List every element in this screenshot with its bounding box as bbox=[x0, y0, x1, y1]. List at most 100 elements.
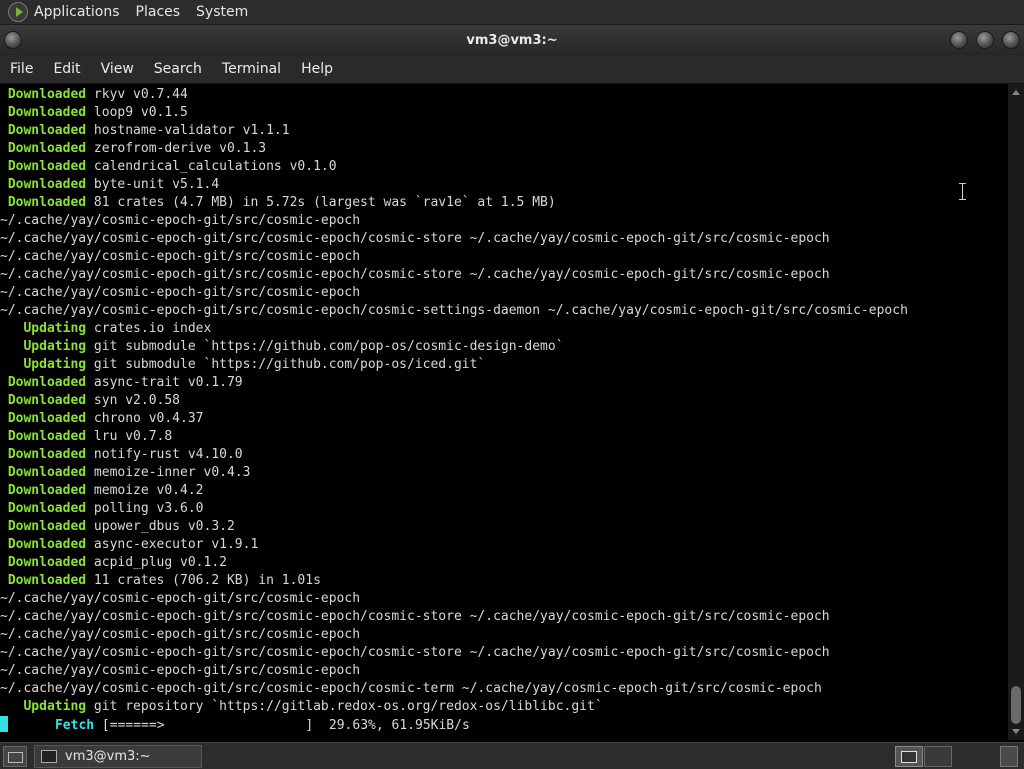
terminal-line-text: polling v3.6.0 bbox=[86, 501, 204, 516]
fetch-label: Fetch bbox=[8, 718, 95, 733]
scroll-up-icon[interactable] bbox=[1012, 90, 1020, 95]
terminal-line-label: Downloaded bbox=[0, 465, 87, 480]
terminal-line: ~/.cache/yay/cosmic-epoch-git/src/cosmic… bbox=[0, 590, 1008, 608]
terminal-line-text: ~/.cache/yay/cosmic-epoch-git/src/cosmic… bbox=[0, 663, 361, 678]
terminal-line-label: Downloaded bbox=[0, 87, 87, 102]
taskbar-window-label: vm3@vm3:~ bbox=[65, 749, 151, 764]
terminal-line-text: byte-unit v5.1.4 bbox=[86, 177, 220, 192]
bottom-panel: vm3@vm3:~ bbox=[0, 742, 1024, 769]
terminal-line-label: Downloaded bbox=[0, 555, 87, 570]
terminal-line: Updating git submodule `https://github.c… bbox=[0, 356, 1008, 374]
terminal-line-text: lru v0.7.8 bbox=[86, 429, 173, 444]
terminal-line-label: Downloaded bbox=[0, 429, 87, 444]
terminal-line-label: Downloaded bbox=[0, 141, 87, 156]
menu-file[interactable]: File bbox=[0, 61, 43, 77]
menu-help[interactable]: Help bbox=[291, 61, 343, 77]
maximize-button[interactable] bbox=[976, 31, 994, 49]
terminal-line: ~/.cache/yay/cosmic-epoch-git/src/cosmic… bbox=[0, 644, 1008, 662]
trash-icon[interactable] bbox=[1000, 746, 1018, 767]
terminal-line-text: ~/.cache/yay/cosmic-epoch-git/src/cosmic… bbox=[0, 285, 361, 300]
window-menu-icon[interactable] bbox=[4, 31, 22, 49]
terminal-scrollbar[interactable] bbox=[1008, 84, 1024, 740]
terminal-line-text: crates.io index bbox=[86, 321, 212, 336]
terminal-line: ~/.cache/yay/cosmic-epoch-git/src/cosmic… bbox=[0, 608, 1008, 626]
scroll-down-icon[interactable] bbox=[1012, 729, 1020, 734]
terminal-line: Downloaded calendrical_calculations v0.1… bbox=[0, 158, 1008, 176]
terminal-line-label: Downloaded bbox=[0, 375, 87, 390]
terminal-line-text: notify-rust v4.10.0 bbox=[86, 447, 243, 462]
workspace-1-icon[interactable] bbox=[895, 746, 923, 767]
terminal-line: Downloaded hostname-validator v1.1.1 bbox=[0, 122, 1008, 140]
terminal-line-text: 81 crates (4.7 MB) in 5.72s (largest was… bbox=[86, 195, 556, 210]
terminal-line-label: Downloaded bbox=[0, 501, 87, 516]
terminal-menubar: File Edit View Search Terminal Help bbox=[0, 55, 1024, 84]
terminal-line-text: ~/.cache/yay/cosmic-epoch-git/src/cosmic… bbox=[0, 303, 908, 318]
terminal-line-label: Downloaded bbox=[0, 519, 87, 534]
fetch-progress-line: Fetch [======> ] 29.63%, 61.95KiB/s bbox=[0, 716, 1008, 734]
system-menu[interactable]: System bbox=[196, 4, 248, 20]
terminal-line: Updating git submodule `https://github.c… bbox=[0, 338, 1008, 356]
taskbar-window-button[interactable]: vm3@vm3:~ bbox=[34, 745, 202, 768]
terminal-line-label: Downloaded bbox=[0, 159, 87, 174]
menu-edit[interactable]: Edit bbox=[43, 61, 90, 77]
places-menu[interactable]: Places bbox=[136, 4, 181, 20]
terminal-line: Downloaded memoize v0.4.2 bbox=[0, 482, 1008, 500]
terminal-line-text: acpid_plug v0.1.2 bbox=[86, 555, 227, 570]
terminal-line: Downloaded async-executor v1.9.1 bbox=[0, 536, 1008, 554]
terminal-line-label: Updating bbox=[0, 357, 87, 372]
terminal-line: ~/.cache/yay/cosmic-epoch-git/src/cosmic… bbox=[0, 284, 1008, 302]
terminal-line: ~/.cache/yay/cosmic-epoch-git/src/cosmic… bbox=[0, 230, 1008, 248]
terminal-icon bbox=[41, 750, 57, 763]
terminal-line-label: Downloaded bbox=[0, 573, 87, 588]
terminal-line-text: ~/.cache/yay/cosmic-epoch-git/src/cosmic… bbox=[0, 591, 361, 606]
terminal-line-label: Downloaded bbox=[0, 123, 87, 138]
terminal-line-text: syn v2.0.58 bbox=[86, 393, 181, 408]
applications-menu[interactable]: Applications bbox=[34, 4, 120, 20]
minimize-button[interactable] bbox=[950, 31, 968, 49]
terminal-line-label: Updating bbox=[0, 699, 87, 714]
close-button[interactable] bbox=[1002, 31, 1020, 49]
terminal-line-text: loop9 v0.1.5 bbox=[86, 105, 188, 120]
terminal-line-label: Updating bbox=[0, 339, 87, 354]
terminal-line-text: ~/.cache/yay/cosmic-epoch-git/src/cosmic… bbox=[0, 681, 822, 696]
menu-search[interactable]: Search bbox=[144, 61, 212, 77]
terminal-line: Downloaded rkyv v0.7.44 bbox=[0, 86, 1008, 104]
terminal-line: Downloaded zerofrom-derive v0.1.3 bbox=[0, 140, 1008, 158]
terminal-line-text: ~/.cache/yay/cosmic-epoch-git/src/cosmic… bbox=[0, 609, 830, 624]
terminal-line-label: Downloaded bbox=[0, 177, 87, 192]
window-titlebar[interactable]: vm3@vm3:~ bbox=[0, 25, 1024, 55]
terminal-line: Downloaded 11 crates (706.2 KB) in 1.01s bbox=[0, 572, 1008, 590]
terminal-line-text: memoize v0.4.2 bbox=[86, 483, 204, 498]
menu-terminal[interactable]: Terminal bbox=[212, 61, 291, 77]
scrollbar-thumb[interactable] bbox=[1011, 686, 1021, 724]
menu-view[interactable]: View bbox=[91, 61, 144, 77]
terminal-line: Downloaded 81 crates (4.7 MB) in 5.72s (… bbox=[0, 194, 1008, 212]
show-desktop-icon[interactable] bbox=[3, 746, 27, 767]
terminal-line-label: Updating bbox=[0, 321, 87, 336]
terminal-line: ~/.cache/yay/cosmic-epoch-git/src/cosmic… bbox=[0, 302, 1008, 320]
terminal-line: Downloaded memoize-inner v0.4.3 bbox=[0, 464, 1008, 482]
terminal-line: ~/.cache/yay/cosmic-epoch-git/src/cosmic… bbox=[0, 266, 1008, 284]
terminal-line-text: ~/.cache/yay/cosmic-epoch-git/src/cosmic… bbox=[0, 627, 361, 642]
terminal-line-label: Downloaded bbox=[0, 537, 87, 552]
terminal-cursor bbox=[0, 716, 8, 732]
terminal-line: Downloaded chrono v0.4.37 bbox=[0, 410, 1008, 428]
terminal-line-label: Downloaded bbox=[0, 105, 87, 120]
terminal-line-text: ~/.cache/yay/cosmic-epoch-git/src/cosmic… bbox=[0, 213, 361, 228]
terminal-line-text: chrono v0.4.37 bbox=[86, 411, 204, 426]
terminal-line-text: ~/.cache/yay/cosmic-epoch-git/src/cosmic… bbox=[0, 249, 361, 264]
distro-logo-icon[interactable] bbox=[8, 2, 28, 22]
terminal-output[interactable]: Downloaded rkyv v0.7.44 Downloaded loop9… bbox=[0, 84, 1008, 742]
text-cursor-icon bbox=[959, 183, 967, 200]
terminal-line: Downloaded loop9 v0.1.5 bbox=[0, 104, 1008, 122]
terminal-line: ~/.cache/yay/cosmic-epoch-git/src/cosmic… bbox=[0, 662, 1008, 680]
terminal-line-label: Downloaded bbox=[0, 393, 87, 408]
window-title: vm3@vm3:~ bbox=[466, 32, 558, 48]
terminal-line: Downloaded syn v2.0.58 bbox=[0, 392, 1008, 410]
terminal-line-text: hostname-validator v1.1.1 bbox=[86, 123, 290, 138]
terminal-line-label: Downloaded bbox=[0, 411, 87, 426]
workspace-2-icon[interactable] bbox=[924, 746, 952, 767]
terminal-line: ~/.cache/yay/cosmic-epoch-git/src/cosmic… bbox=[0, 626, 1008, 644]
terminal-line-text: git submodule `https://github.com/pop-os… bbox=[86, 357, 486, 372]
terminal-line: ~/.cache/yay/cosmic-epoch-git/src/cosmic… bbox=[0, 248, 1008, 266]
